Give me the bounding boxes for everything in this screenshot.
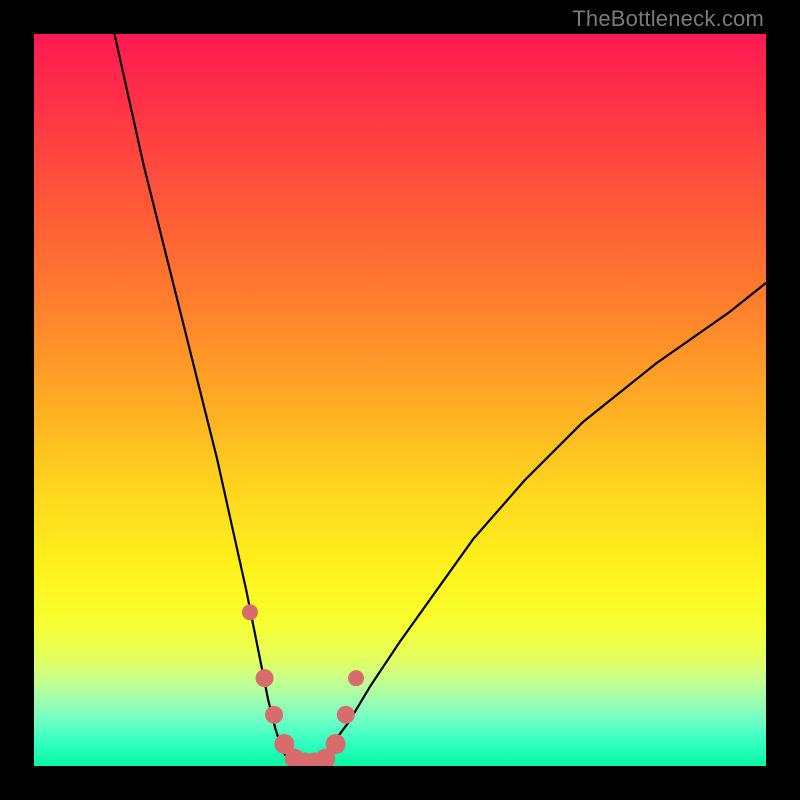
marker-dot bbox=[326, 734, 346, 754]
marker-dot bbox=[242, 604, 258, 620]
marker-dot bbox=[348, 670, 364, 686]
marker-dot bbox=[256, 669, 274, 687]
marker-dot bbox=[285, 749, 305, 766]
marker-dot bbox=[305, 752, 325, 766]
marker-dot bbox=[265, 706, 283, 724]
marker-dot bbox=[337, 706, 355, 724]
chart-frame: TheBottleneck.com bbox=[0, 0, 800, 800]
marker-dot bbox=[315, 749, 335, 766]
watermark-text: TheBottleneck.com bbox=[572, 6, 764, 32]
marker-dot bbox=[295, 752, 315, 766]
plot-area bbox=[34, 34, 766, 766]
bottleneck-curve bbox=[34, 34, 766, 766]
marker-dot bbox=[274, 734, 294, 754]
curve-path bbox=[115, 34, 766, 766]
marker-group bbox=[242, 604, 364, 766]
marker-layer bbox=[34, 34, 766, 766]
